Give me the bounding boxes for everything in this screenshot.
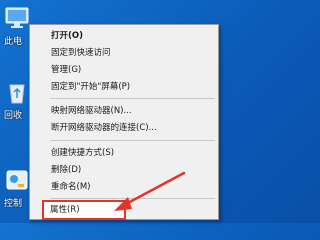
menu-separator — [50, 140, 215, 141]
menu-item-properties[interactable]: 属性(R) — [42, 200, 126, 220]
desktop-icon-control-panel[interactable]: 控制 — [4, 168, 32, 209]
control-panel-icon — [6, 170, 28, 190]
menu-item-label: 属性(R) — [50, 205, 80, 215]
desktop-icon-this-pc[interactable]: 此电 — [4, 6, 32, 47]
menu-item-rename[interactable]: 重命名(M) — [30, 179, 218, 195]
menu-item-label: 创建快捷方式(S) — [51, 148, 115, 158]
context-menu: 打开(O) 固定到快速访问 管理(G) 固定到"开始"屏幕(P) 映射网络驱动器… — [29, 24, 219, 220]
menu-item-open[interactable]: 打开(O) — [30, 28, 218, 44]
desktop-icon-label: 回收 — [4, 111, 23, 121]
menu-item-disconnect-drive[interactable]: 断开网络驱动器的连接(C)... — [30, 120, 218, 136]
menu-item-create-shortcut[interactable]: 创建快捷方式(S) — [30, 145, 218, 161]
desktop-icon-label: 控制 — [4, 199, 23, 209]
menu-separator — [50, 98, 215, 99]
menu-item-label: 重命名(M) — [51, 182, 91, 192]
menu-item-label: 固定到"开始"屏幕(P) — [51, 82, 131, 92]
recycle-bin-icon — [9, 84, 25, 104]
menu-item-label: 打开(O) — [51, 31, 83, 41]
menu-item-label: 固定到快速访问 — [51, 48, 111, 58]
menu-item-delete[interactable]: 删除(D) — [30, 162, 218, 178]
menu-item-manage[interactable]: 管理(G) — [30, 62, 218, 78]
desktop-icon-label: 此电 — [4, 37, 23, 47]
menu-item-label: 管理(G) — [51, 65, 82, 75]
desktop-icon-recycle-bin[interactable]: 回收 — [4, 80, 32, 121]
menu-separator — [50, 198, 215, 199]
menu-item-pin-start[interactable]: 固定到"开始"屏幕(P) — [30, 79, 218, 95]
menu-item-label: 断开网络驱动器的连接(C)... — [51, 123, 157, 133]
computer-icon — [5, 7, 29, 28]
menu-item-label: 映射网络驱动器(N)... — [51, 106, 132, 116]
menu-item-label: 删除(D) — [51, 165, 82, 175]
menu-item-pin-quick-access[interactable]: 固定到快速访问 — [30, 45, 218, 61]
menu-item-map-drive[interactable]: 映射网络驱动器(N)... — [30, 103, 218, 119]
